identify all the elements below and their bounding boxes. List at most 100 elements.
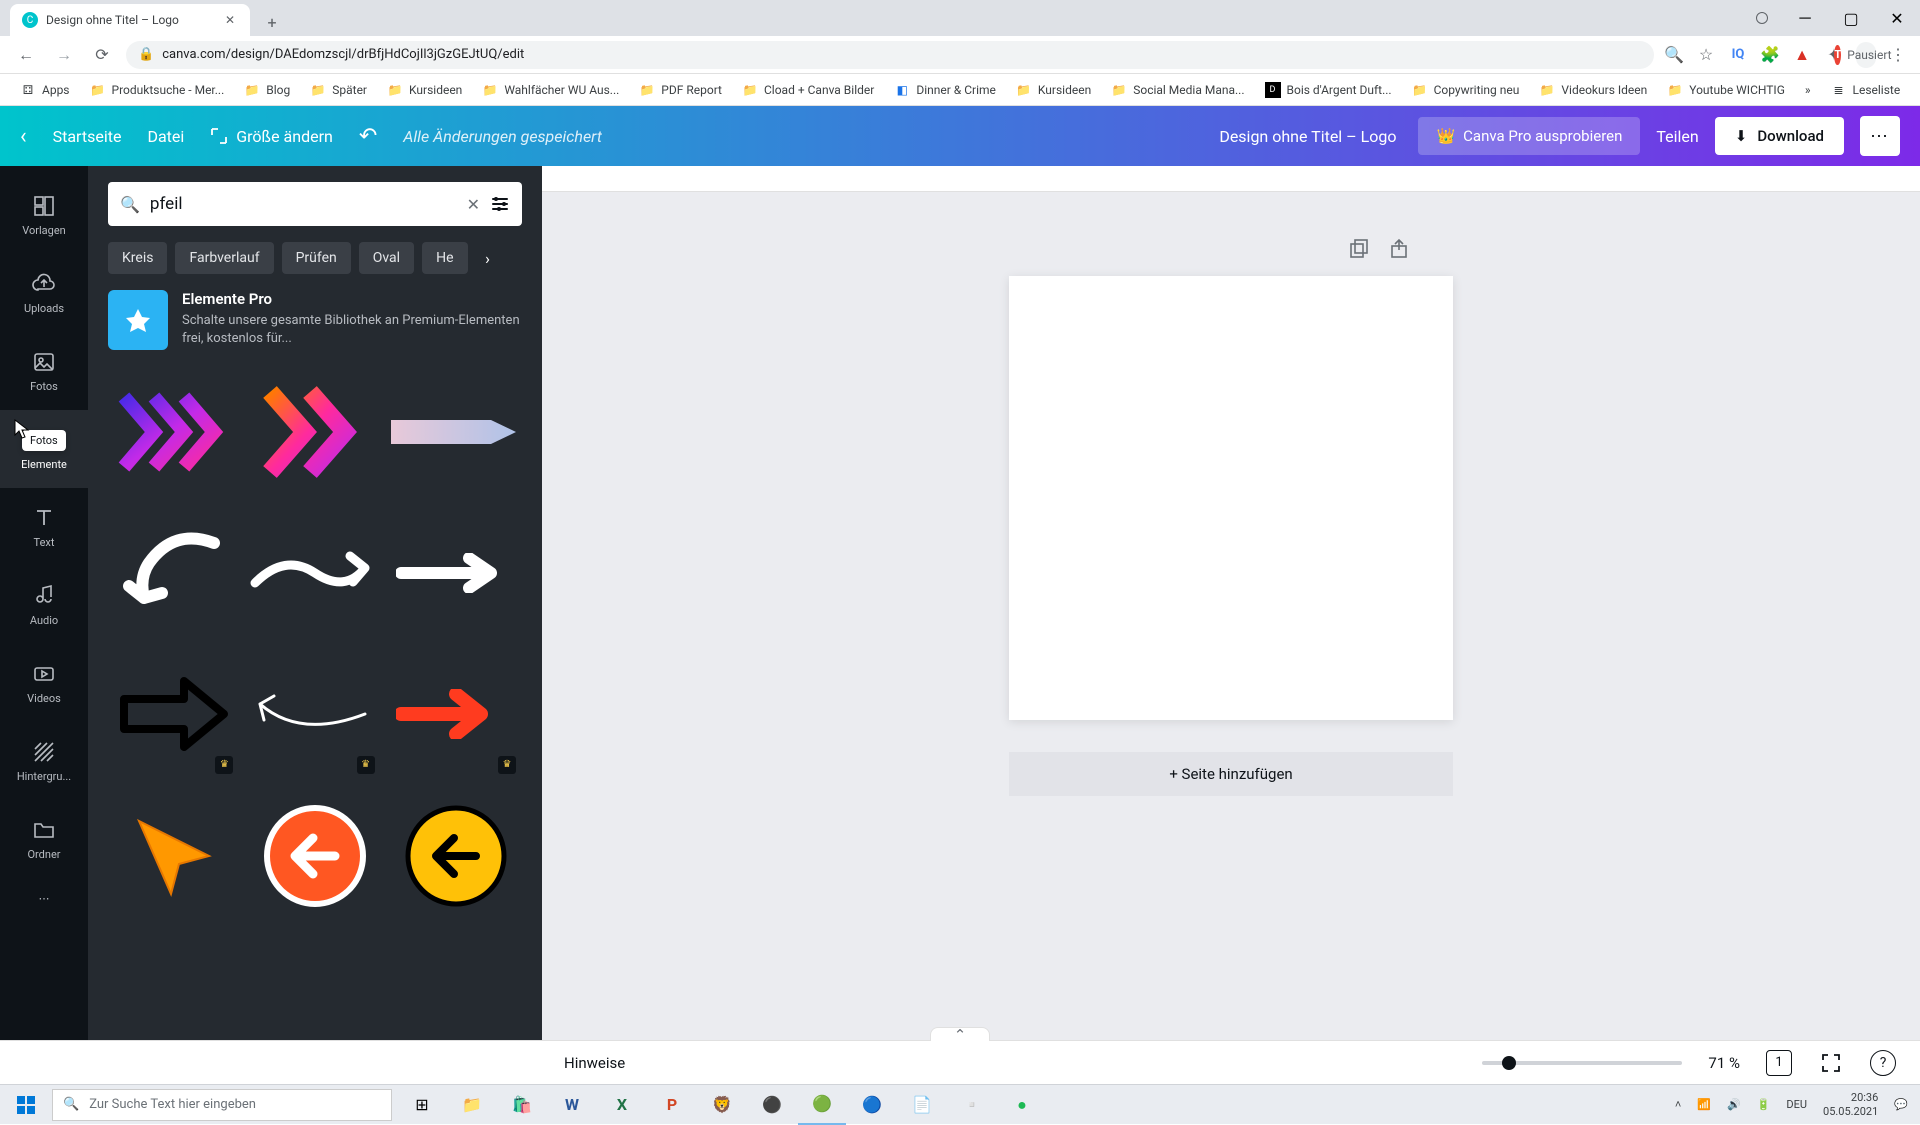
- search-input[interactable]: [150, 194, 457, 214]
- nav-photos[interactable]: Fotos: [0, 332, 88, 410]
- new-tab-button[interactable]: +: [258, 8, 286, 36]
- element-arrow-straight-right[interactable]: [391, 507, 522, 638]
- tray-clock[interactable]: 20:36 05.05.2021: [1823, 1091, 1878, 1117]
- chip-kreis[interactable]: Kreis: [108, 242, 167, 274]
- bookmark-item[interactable]: 📁Wahlfächer WU Aus...: [474, 78, 627, 102]
- nav-uploads[interactable]: Uploads: [0, 254, 88, 332]
- bookmark-item[interactable]: 📁Youtube WICHTIG: [1659, 78, 1793, 102]
- iq-icon[interactable]: IQ: [1728, 45, 1748, 65]
- task-view-icon[interactable]: ⊞: [398, 1085, 446, 1125]
- file-menu[interactable]: Datei: [147, 127, 184, 146]
- chip-more[interactable]: He: [422, 242, 467, 274]
- profile-chip[interactable]: T Pausiert: [1856, 42, 1876, 68]
- chip-oval[interactable]: Oval: [359, 242, 414, 274]
- app-spotify[interactable]: ●: [998, 1085, 1046, 1125]
- document-title[interactable]: Design ohne Titel – Logo: [1219, 127, 1396, 146]
- bookmark-item[interactable]: 📁Blog: [236, 78, 298, 102]
- bookmark-item[interactable]: 📁Social Media Mana...: [1103, 78, 1252, 102]
- app-generic[interactable]: ▫️: [948, 1085, 996, 1125]
- bookmark-item[interactable]: 📁Kursideen: [379, 78, 470, 102]
- chip-farbverlauf[interactable]: Farbverlauf: [175, 242, 273, 274]
- duplicate-page-icon[interactable]: [1348, 238, 1370, 260]
- app-obs[interactable]: ⚫: [748, 1085, 796, 1125]
- nav-videos[interactable]: Videos: [0, 644, 88, 722]
- bookmark-item[interactable]: 📁Später: [302, 78, 375, 102]
- try-pro-button[interactable]: 👑 Canva Pro ausprobieren: [1418, 117, 1640, 155]
- element-arrow-cursor-orange[interactable]: [108, 790, 239, 921]
- zoom-slider[interactable]: [1482, 1061, 1682, 1065]
- app-store[interactable]: 🛍️: [498, 1085, 546, 1125]
- pro-promo[interactable]: Elemente Pro Schalte unsere gesamte Bibl…: [108, 290, 522, 350]
- tray-wifi-icon[interactable]: 📶: [1697, 1098, 1711, 1111]
- tray-volume-icon[interactable]: 🔊: [1727, 1098, 1741, 1111]
- notes-label[interactable]: Hinweise: [564, 1054, 625, 1072]
- app-edge[interactable]: 🔵: [848, 1085, 896, 1125]
- element-arrow-outline-black[interactable]: ♛: [108, 649, 239, 780]
- zoom-lens-icon[interactable]: 🔍: [1664, 45, 1684, 65]
- bookmark-item[interactable]: 📁Produktsuche - Mer...: [82, 78, 233, 102]
- forward-icon[interactable]: →: [50, 41, 78, 69]
- reading-list[interactable]: ≣Leseliste: [1823, 78, 1909, 102]
- star-icon[interactable]: ☆: [1696, 45, 1716, 65]
- back-icon[interactable]: ←: [12, 41, 40, 69]
- element-arrow-thin-curved[interactable]: ♛: [249, 649, 380, 780]
- expand-notes-icon[interactable]: ⌃: [930, 1027, 990, 1041]
- element-arrow-circle-orange-left[interactable]: [249, 790, 380, 921]
- zoom-slider-thumb[interactable]: [1502, 1056, 1516, 1070]
- tab-close-icon[interactable]: ✕: [222, 12, 238, 28]
- share-button[interactable]: Teilen: [1656, 127, 1698, 146]
- tray-chevron-icon[interactable]: ˄: [1675, 1098, 1681, 1111]
- nav-audio[interactable]: Audio: [0, 566, 88, 644]
- app-excel[interactable]: X: [598, 1085, 646, 1125]
- app-browser-1[interactable]: 🦁: [698, 1085, 746, 1125]
- tray-notifications-icon[interactable]: 💬: [1894, 1098, 1908, 1111]
- undo-icon[interactable]: ↶: [359, 124, 377, 149]
- nav-background[interactable]: Hintergru...: [0, 722, 88, 800]
- more-menu-button[interactable]: ⋯: [1860, 116, 1900, 156]
- close-window-icon[interactable]: ✕: [1874, 2, 1920, 34]
- nav-folders[interactable]: Ordner: [0, 800, 88, 878]
- bookmark-item[interactable]: 📁Copywriting neu: [1404, 78, 1528, 102]
- browser-tab[interactable]: C Design ohne Titel – Logo ✕: [10, 4, 250, 36]
- element-arrow-wave-right[interactable]: [249, 507, 380, 638]
- reload-icon[interactable]: ⟳: [88, 41, 116, 69]
- app-chrome[interactable]: 🟢: [798, 1085, 846, 1125]
- element-arrow-gradient-chevrons-1[interactable]: [108, 366, 239, 497]
- home-back-icon[interactable]: ‹: [20, 124, 27, 149]
- element-arrow-gradient-chevrons-2[interactable]: [249, 366, 380, 497]
- ext-icon-1[interactable]: 🧩: [1760, 45, 1780, 65]
- app-powerpoint[interactable]: P: [648, 1085, 696, 1125]
- element-arrow-circle-yellow-left[interactable]: [391, 790, 522, 921]
- app-explorer[interactable]: 📁: [448, 1085, 496, 1125]
- element-arrow-red-right[interactable]: ♛: [391, 649, 522, 780]
- element-arrow-gradient-bar[interactable]: [391, 366, 522, 497]
- ext-icon-2[interactable]: ▲: [1792, 45, 1812, 65]
- chip-pruefen[interactable]: Prüfen: [282, 242, 351, 274]
- nav-text[interactable]: Text: [0, 488, 88, 566]
- help-icon[interactable]: ?: [1870, 1050, 1896, 1076]
- start-button[interactable]: [2, 1085, 50, 1125]
- filter-icon[interactable]: [490, 194, 510, 214]
- resize-menu[interactable]: Größe ändern: [210, 127, 333, 146]
- bookmark-item[interactable]: 📁Cload + Canva Bilder: [734, 78, 882, 102]
- kebab-icon[interactable]: ⋮: [1888, 45, 1908, 65]
- clear-search-icon[interactable]: ✕: [467, 195, 480, 214]
- bookmarks-overflow[interactable]: »: [1797, 79, 1819, 101]
- chips-next-icon[interactable]: ›: [476, 246, 500, 270]
- minimize-icon[interactable]: ─: [1782, 2, 1828, 34]
- bookmark-item[interactable]: DBois d'Argent Duft...: [1257, 78, 1400, 102]
- tray-battery-icon[interactable]: 🔋: [1757, 1098, 1771, 1111]
- account-dot-icon[interactable]: [1756, 12, 1768, 24]
- home-link[interactable]: Startseite: [53, 127, 122, 146]
- element-arrow-curved-down[interactable]: [108, 507, 239, 638]
- bookmark-item[interactable]: 📁PDF Report: [631, 78, 730, 102]
- add-page-button[interactable]: + Seite hinzufügen: [1009, 752, 1453, 796]
- app-word[interactable]: W: [548, 1085, 596, 1125]
- download-button[interactable]: ⬇ Download: [1715, 117, 1844, 155]
- maximize-icon[interactable]: ▢: [1828, 2, 1874, 34]
- bookmark-item[interactable]: 📁Kursideen: [1008, 78, 1099, 102]
- bookmark-item[interactable]: 📁Videokurs Ideen: [1531, 78, 1655, 102]
- bookmark-item[interactable]: ◧Dinner & Crime: [886, 78, 1004, 102]
- url-field[interactable]: 🔒 canva.com/design/DAEdomzscjl/drBfjHdCo…: [126, 41, 1654, 69]
- page-indicator[interactable]: 1: [1766, 1050, 1792, 1076]
